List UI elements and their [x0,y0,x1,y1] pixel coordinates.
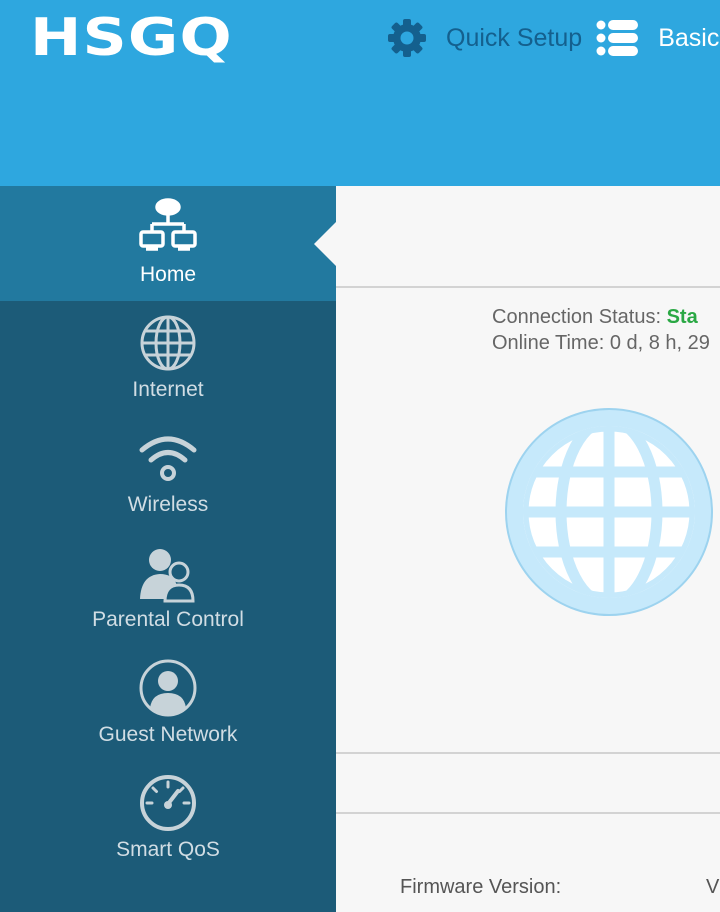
sidebar-item-internet[interactable]: Internet [0,301,336,416]
connection-info: Connection Status: Sta Online Time: 0 d,… [492,304,710,356]
quick-setup-label: Quick Setup [446,24,583,52]
basic-link[interactable]: Basic [596,16,719,60]
connection-status-row: Connection Status: Sta [492,304,710,330]
connection-status-label: Connection Status: [492,306,661,328]
firmware-version-value: V [706,876,720,898]
gear-icon [388,19,426,57]
list-icon [596,20,639,56]
top-nav: Quick Setup Basic [386,16,719,60]
sidebar-item-label: Guest Network [98,723,238,746]
basic-label: Basic [658,24,720,52]
sidebar-item-wireless[interactable]: Wireless [0,416,336,531]
main-content: Connection Status: Sta Online Time: 0 d,… [336,186,720,912]
brand-logo[interactable]: HSGQ [30,5,233,71]
sidebar-item-label: Internet [132,378,204,401]
active-indicator [314,222,336,266]
sidebar-item-label: Smart QoS [116,838,220,861]
sidebar-item-label: Parental Control [92,608,244,631]
divider [336,286,720,288]
globe-icon [505,408,713,616]
divider [336,752,720,754]
sidebar-item-parental-control[interactable]: Parental Control [0,531,336,646]
online-time-row: Online Time: 0 d, 8 h, 29 [492,330,710,356]
online-time-value: 0 d, 8 h, 29 [609,332,710,354]
firmware-version-label: Firmware Version: [400,876,562,898]
connection-status-value: Sta [666,306,698,328]
users-icon [140,549,195,603]
guest-user-icon [139,659,197,717]
sidebar-item-smart-qos[interactable]: Smart QoS [0,761,336,876]
quick-setup-link[interactable]: Quick Setup [386,16,582,60]
sidebar-item-label: Wireless [127,493,209,516]
globe-icon [140,315,196,371]
sidebar: Home Internet Wireless Parental Control … [0,186,336,912]
wifi-icon [139,436,197,481]
top-header: HSGQ Quick Setup Basic [0,0,720,186]
sidebar-item-label: Home [139,263,197,286]
sidebar-item-home[interactable]: Home [0,186,336,301]
online-time-label: Online Time: [492,332,605,354]
divider [336,812,720,814]
network-topology-icon [139,198,197,251]
sidebar-item-guest-network[interactable]: Guest Network [0,646,336,761]
speedometer-icon [140,775,196,831]
